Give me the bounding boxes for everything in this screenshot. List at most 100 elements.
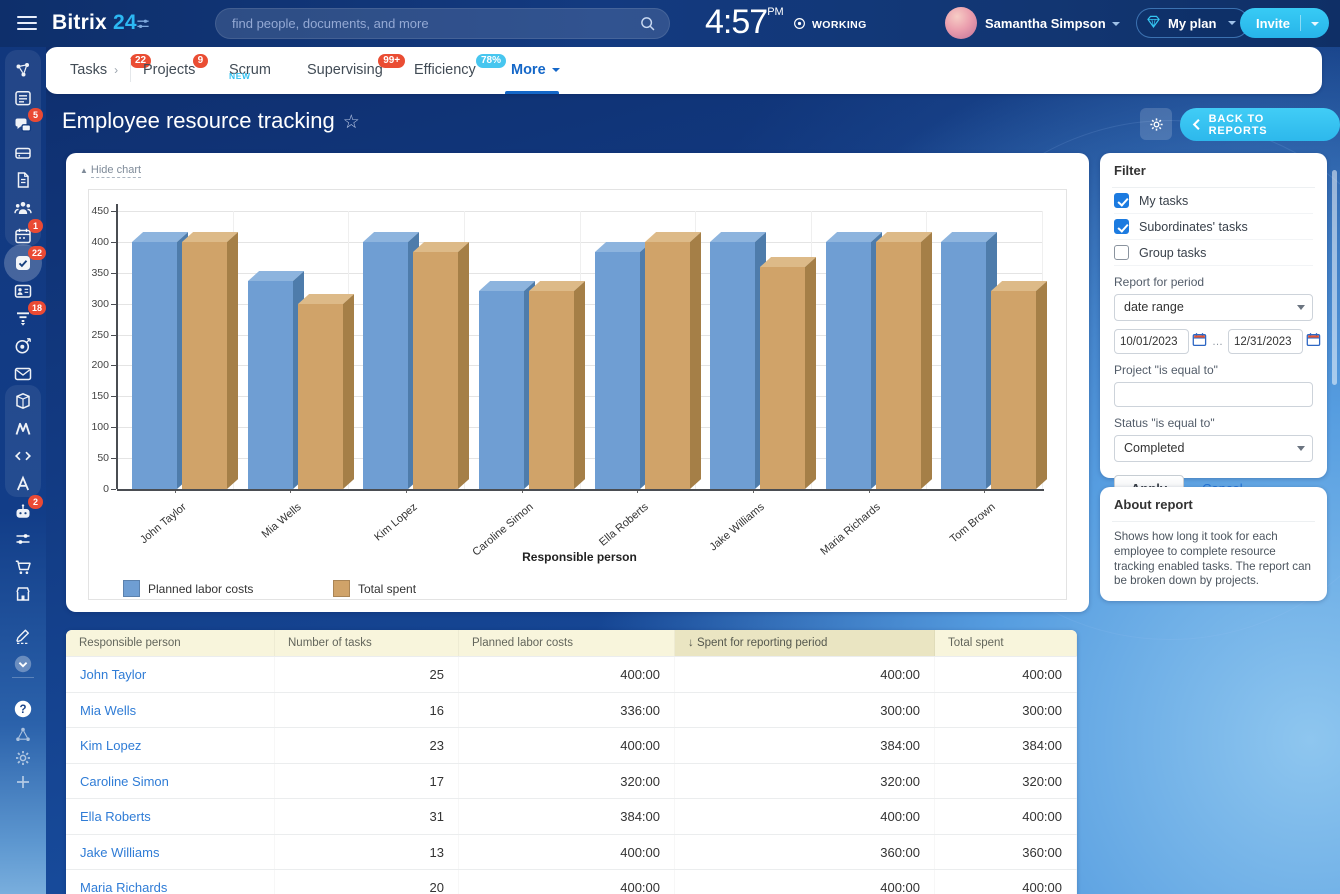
my-plan-button[interactable]: My plan [1136,8,1249,38]
feed-icon [13,88,33,108]
hide-chart-link[interactable]: ▲Hide chart [80,164,141,176]
checkbox-icon[interactable] [1114,245,1129,260]
sidebar-item-network[interactable] [13,60,33,80]
chevron-up-icon: ▲ [80,166,88,175]
sidebar-item-developer[interactable] [13,446,33,466]
person-link[interactable]: Mia Wells [80,703,136,718]
sidebar-item-messenger[interactable]: 5 [13,115,33,135]
planned-bar-caroline-simon [479,291,524,489]
checkbox-subordinates-tasks[interactable]: Subordinates' tasks [1114,214,1313,240]
column-header-number-of-tasks[interactable]: Number of tasks [275,630,459,656]
value-cell: 13 [275,835,459,870]
sidebar-item-drive[interactable] [13,143,33,163]
invite-button[interactable]: Invite [1240,8,1329,38]
table-row: Jake Williams13400:00360:00360:00 [66,834,1077,870]
marketing-target-icon [13,336,33,356]
invite-dropdown[interactable] [1301,16,1329,31]
project-input[interactable] [1114,382,1313,407]
sidebar-item-tasks[interactable]: 22 [13,253,33,273]
sidebar-item-automation-a[interactable] [13,474,33,494]
person-link[interactable]: Ella Roberts [80,809,151,824]
person-link[interactable]: Jake Williams [80,845,159,860]
user-menu[interactable]: Samantha Simpson [985,16,1120,31]
sidebar-item-mail[interactable] [13,364,33,384]
sidebar-item-calendar[interactable]: 1 [13,226,33,246]
sidebar-item-market[interactable] [13,419,33,439]
sidebar-item-workflows[interactable] [13,529,33,549]
avatar[interactable] [945,7,977,39]
date-from-input[interactable] [1114,329,1189,354]
column-header-spent-for-reporting-period[interactable]: ↓ Spent for reporting period [675,630,935,656]
column-header-total-spent[interactable]: Total spent [935,630,1077,656]
calendar-picker-icon[interactable] [1192,332,1207,352]
sidebar-item-cart[interactable] [13,557,33,577]
search-input[interactable] [232,9,632,38]
cart-icon [13,557,33,577]
report-settings-button[interactable] [1140,108,1172,140]
value-cell: 320:00 [675,764,935,799]
tab-tasks[interactable]: Tasks›22 [70,47,118,94]
tab-projects[interactable]: Projects9 [143,47,195,94]
sidebar-item-documents[interactable] [13,170,33,190]
work-status[interactable]: WORKING [793,17,867,33]
about-title: About report [1114,497,1313,512]
sidebar-item-feed[interactable] [13,88,33,108]
status-select[interactable]: Completed [1114,435,1313,462]
spent-bar-tom-brown [991,291,1036,489]
person-link[interactable]: John Taylor [80,667,146,682]
sidebar-item-store[interactable] [13,584,33,604]
tab-more[interactable]: More [511,47,560,94]
column-header-responsible-person[interactable]: Responsible person [66,630,275,656]
tab-supervising[interactable]: Supervising99+ [307,47,383,94]
logo[interactable]: Bitrix 24 [52,11,137,35]
top-header: Bitrix 24 4:57PM WORKING Samantha Simpso… [0,0,1340,47]
back-to-reports-button[interactable]: BACK TO REPORTS [1180,108,1340,141]
menu-icon[interactable] [17,16,37,30]
tab-efficiency[interactable]: Efficiency78% [414,47,476,94]
value-cell: 17 [275,764,459,799]
tab-scrum[interactable]: ScrumNEW [229,47,271,94]
sidebar-item-crm-funnel[interactable]: 18 [13,308,33,328]
sidebar-item-add[interactable] [13,772,33,792]
adjust-sliders-icon[interactable] [135,16,151,37]
checkbox-icon[interactable] [1114,219,1129,234]
legend-item-spent: Total spent [333,580,416,597]
workgroups-icon [13,198,33,218]
calendar-picker-icon[interactable] [1306,332,1321,352]
sidebar-item-collapse[interactable] [13,654,33,674]
period-type-select[interactable]: date range [1114,294,1313,321]
person-link[interactable]: Maria Richards [80,880,167,894]
planned-bar-kim-lopez [363,242,408,489]
value-cell: 400:00 [675,870,935,894]
count-badge: 1 [28,219,43,233]
person-cell: Mia Wells [66,693,275,728]
sidebar-item-copilot[interactable]: 2 [13,502,33,522]
sidebar-item-settings[interactable] [13,748,33,768]
column-header-planned-labor-costs[interactable]: Planned labor costs [459,630,675,656]
project-filter-label: Project "is equal to" [1114,363,1313,377]
sidebar-item-employees[interactable] [13,281,33,301]
automation-a-icon [13,474,33,494]
value-cell: 16 [275,693,459,728]
sidebar-item-knowledge-base[interactable] [13,391,33,411]
table-row: Maria Richards20400:00400:00400:00 [66,869,1077,894]
checkbox-group-tasks[interactable]: Group tasks [1114,240,1313,266]
sidebar-item-help[interactable]: ? [13,699,33,719]
sidebar-item-marketing-target[interactable] [13,336,33,356]
sidebar-item-sign[interactable] [13,626,33,646]
clock[interactable]: 4:57PM [705,3,784,42]
checkbox-icon[interactable] [1114,193,1129,208]
search-icon[interactable] [639,15,657,38]
sidebar-item-share[interactable] [13,725,33,745]
y-tick-label: 450 [75,205,109,217]
person-link[interactable]: Kim Lopez [80,738,141,753]
date-to-input[interactable] [1228,329,1303,354]
vertical-scrollbar[interactable] [1332,170,1337,385]
favorite-star-icon[interactable]: ☆ [343,112,360,133]
spent-bar-maria-richards [876,242,921,489]
checkbox-my-tasks[interactable]: My tasks [1114,188,1313,214]
person-link[interactable]: Caroline Simon [80,774,169,789]
spent-bar-caroline-simon [529,291,574,489]
share-icon [13,725,33,745]
sidebar-item-workgroups[interactable] [13,198,33,218]
